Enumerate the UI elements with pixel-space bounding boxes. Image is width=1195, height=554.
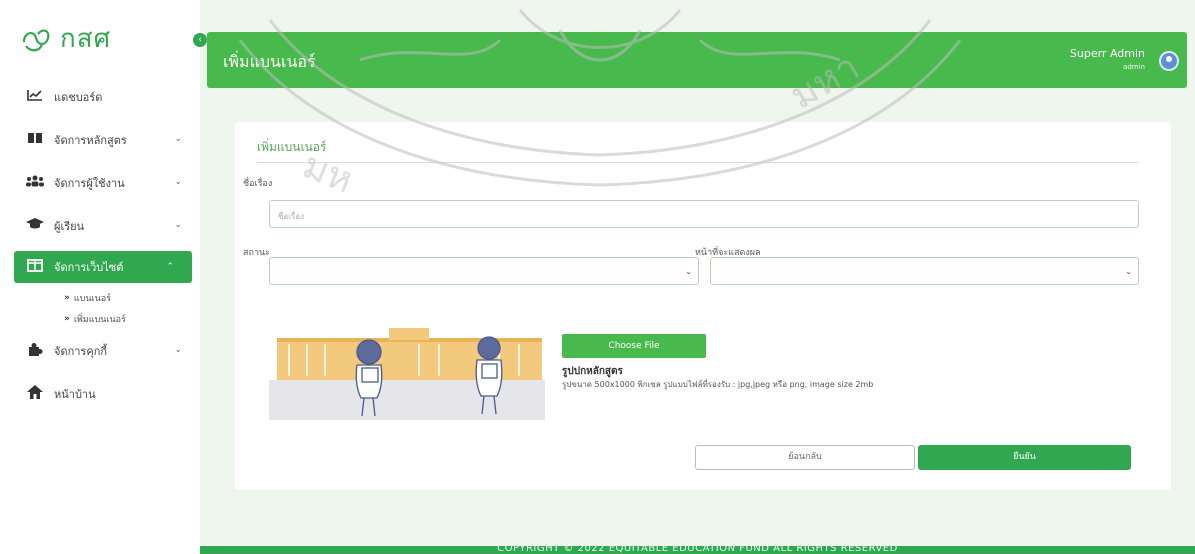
image-hint: รูปขนาด 500x1000 พิกเซล รูปแบบไฟล์ที่รอง… [562, 380, 874, 389]
title-label: ชื่อเรื่อง [243, 179, 273, 189]
chart-icon [24, 89, 46, 105]
sidebar-subitem-add-banner[interactable]: » เพิ่มแบนเนอร์ [0, 308, 200, 329]
sidebar-item-label: จัดการคุกกี้ [54, 344, 108, 358]
chevron-down-icon: ⌄ [685, 267, 692, 276]
footer: COPYRIGHT © 2022 EQUITABLE EDUCATION FUN… [200, 546, 1195, 554]
users-icon [24, 175, 46, 191]
sidebar: กสศ แดชบอร์ด จัดการหลักสูตร ⌄ จัดการผู้ใ… [0, 0, 200, 554]
collapse-sidebar-button[interactable]: ‹ [193, 33, 207, 47]
sidebar-item-learners[interactable]: ผู้เรียน ⌄ [0, 204, 200, 247]
sidebar-subitem-label: เพิ่มแบนเนอร์ [73, 314, 126, 325]
chevron-down-icon: ⌄ [1125, 267, 1132, 276]
brand-name: กสศ [60, 24, 112, 54]
columns-icon [24, 258, 46, 276]
status-select[interactable]: ⌄ [269, 257, 699, 285]
sidebar-item-label: แดชบอร์ด [54, 90, 103, 104]
sidebar-item-cookies[interactable]: จัดการคุกกี้ ⌄ [0, 329, 200, 372]
divider [257, 162, 1139, 163]
back-button[interactable]: ย้อนกลับ [695, 445, 915, 470]
image-label: รูปปกหลักสูตร [562, 366, 623, 377]
chevron-up-icon: ⌃ [166, 262, 174, 272]
sidebar-item-label: ผู้เรียน [54, 219, 85, 233]
sidebar-subitem-label: แบนเนอร์ [73, 293, 111, 304]
double-chevron-right-icon: » [64, 313, 70, 324]
home-icon [24, 384, 46, 403]
sidebar-item-home[interactable]: หน้าบ้าน [0, 372, 200, 415]
page-title: เพิ่มแบนเนอร์ [223, 52, 316, 71]
sidebar-item-label: จัดการหลักสูตร [54, 133, 127, 147]
title-placeholder: ชื่อเรื่อง [278, 212, 304, 221]
logo-icon [22, 28, 50, 51]
form-card: เพิ่มแบนเนอร์ ชื่อเรื่อง ชื่อเรื่อง สถาน… [235, 122, 1171, 490]
choose-file-button[interactable]: Choose File [562, 334, 706, 358]
brand-logo[interactable]: กสศ [20, 18, 111, 59]
sidebar-item-courses[interactable]: จัดการหลักสูตร ⌄ [0, 118, 200, 161]
page-header: เพิ่มแบนเนอร์ Superr Admin admin [207, 32, 1187, 88]
status-label: สถานะ [243, 248, 270, 258]
sidebar-nav: แดชบอร์ด จัดการหลักสูตร ⌄ จัดการผู้ใช้งา… [0, 75, 200, 415]
avatar[interactable] [1159, 51, 1179, 71]
chevron-down-icon: ⌄ [174, 177, 182, 187]
double-chevron-right-icon: » [64, 292, 70, 303]
sidebar-item-label: จัดการเว็บไซต์ [54, 261, 124, 274]
user-role: admin [1123, 63, 1145, 71]
sidebar-item-dashboard[interactable]: แดชบอร์ด [0, 75, 200, 118]
banner-image-preview [269, 310, 545, 420]
submit-button[interactable]: ยืนยัน [918, 445, 1131, 470]
sidebar-subitem-banner[interactable]: » แบนเนอร์ [0, 287, 200, 308]
display-page-select[interactable]: ⌄ [710, 257, 1139, 285]
card-title: เพิ่มแบนเนอร์ [257, 140, 327, 154]
chevron-down-icon: ⌄ [174, 345, 182, 355]
puzzle-icon [24, 342, 46, 360]
sidebar-item-label: หน้าบ้าน [54, 387, 96, 401]
sidebar-item-label: จัดการผู้ใช้งาน [54, 176, 125, 190]
title-input[interactable]: ชื่อเรื่อง [269, 200, 1139, 228]
sidebar-item-website[interactable]: จัดการเว็บไซต์ ⌃ [14, 251, 192, 283]
book-icon [24, 132, 46, 148]
sidebar-item-users[interactable]: จัดการผู้ใช้งาน ⌄ [0, 161, 200, 204]
chevron-down-icon: ⌄ [174, 220, 182, 230]
chevron-down-icon: ⌄ [174, 134, 182, 144]
graduation-cap-icon [24, 217, 46, 234]
footer-copyright: COPYRIGHT © 2022 EQUITABLE EDUCATION FUN… [497, 546, 898, 554]
user-name[interactable]: Superr Admin [1070, 47, 1145, 60]
